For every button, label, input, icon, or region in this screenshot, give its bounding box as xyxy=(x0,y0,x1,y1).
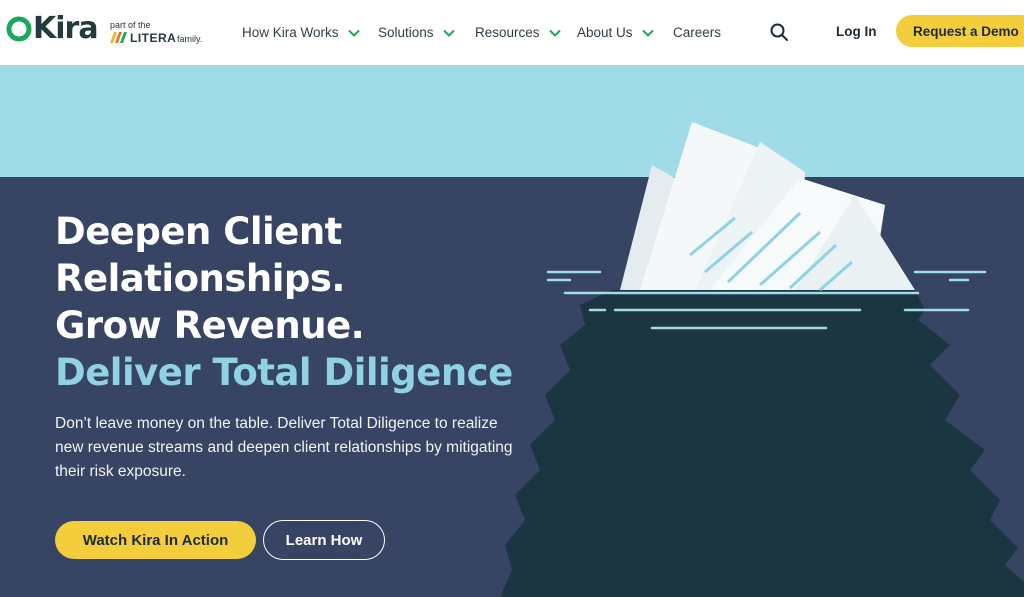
nav-label: Resources xyxy=(475,25,540,40)
litera-stripes-icon xyxy=(110,32,127,43)
litera-badge: part of the LITERA family. xyxy=(110,20,210,48)
nav-about-us[interactable]: About Us xyxy=(577,0,654,65)
watch-kira-button[interactable]: Watch Kira In Action xyxy=(55,521,256,559)
search-icon[interactable] xyxy=(770,23,788,41)
nav-label: About Us xyxy=(577,25,633,40)
headline-line: Relationships. xyxy=(55,257,345,300)
nav-solutions[interactable]: Solutions xyxy=(378,0,455,65)
nav-how-kira-works[interactable]: How Kira Works xyxy=(242,0,360,65)
login-link[interactable]: Log In xyxy=(836,24,877,39)
chevron-down-icon xyxy=(641,29,654,37)
request-demo-button[interactable]: Request a Demo xyxy=(896,15,1024,47)
nav-resources[interactable]: Resources xyxy=(475,0,561,65)
nav-label: Solutions xyxy=(378,25,434,40)
nav-careers[interactable]: Careers xyxy=(673,0,721,65)
site-header: Kira part of the LITERA family. How Kira… xyxy=(0,0,1024,65)
chevron-down-icon xyxy=(347,29,360,37)
nav-label: Careers xyxy=(673,25,722,40)
headline-accent: Deliver Total Diligence xyxy=(55,351,513,394)
hero-headline: Deepen Client Relationships. Grow Revenu… xyxy=(55,208,513,396)
litera-suffix: family. xyxy=(177,34,203,44)
headline-line: Grow Revenue. xyxy=(55,304,365,347)
chevron-down-icon xyxy=(548,29,561,37)
kira-ring-icon xyxy=(6,16,32,42)
chevron-down-icon xyxy=(442,29,455,37)
learn-how-button[interactable]: Learn How xyxy=(263,520,385,560)
litera-name: LITERA xyxy=(130,31,177,45)
nav-label: How Kira Works xyxy=(242,25,339,40)
litera-prefix: part of the xyxy=(110,20,151,30)
hero-description: Don’t leave money on the table. Deliver … xyxy=(55,415,513,480)
kira-logo[interactable]: Kira xyxy=(6,11,99,46)
logo-wordmark: Kira xyxy=(33,11,99,46)
headline-line: Deepen Client xyxy=(55,210,342,253)
